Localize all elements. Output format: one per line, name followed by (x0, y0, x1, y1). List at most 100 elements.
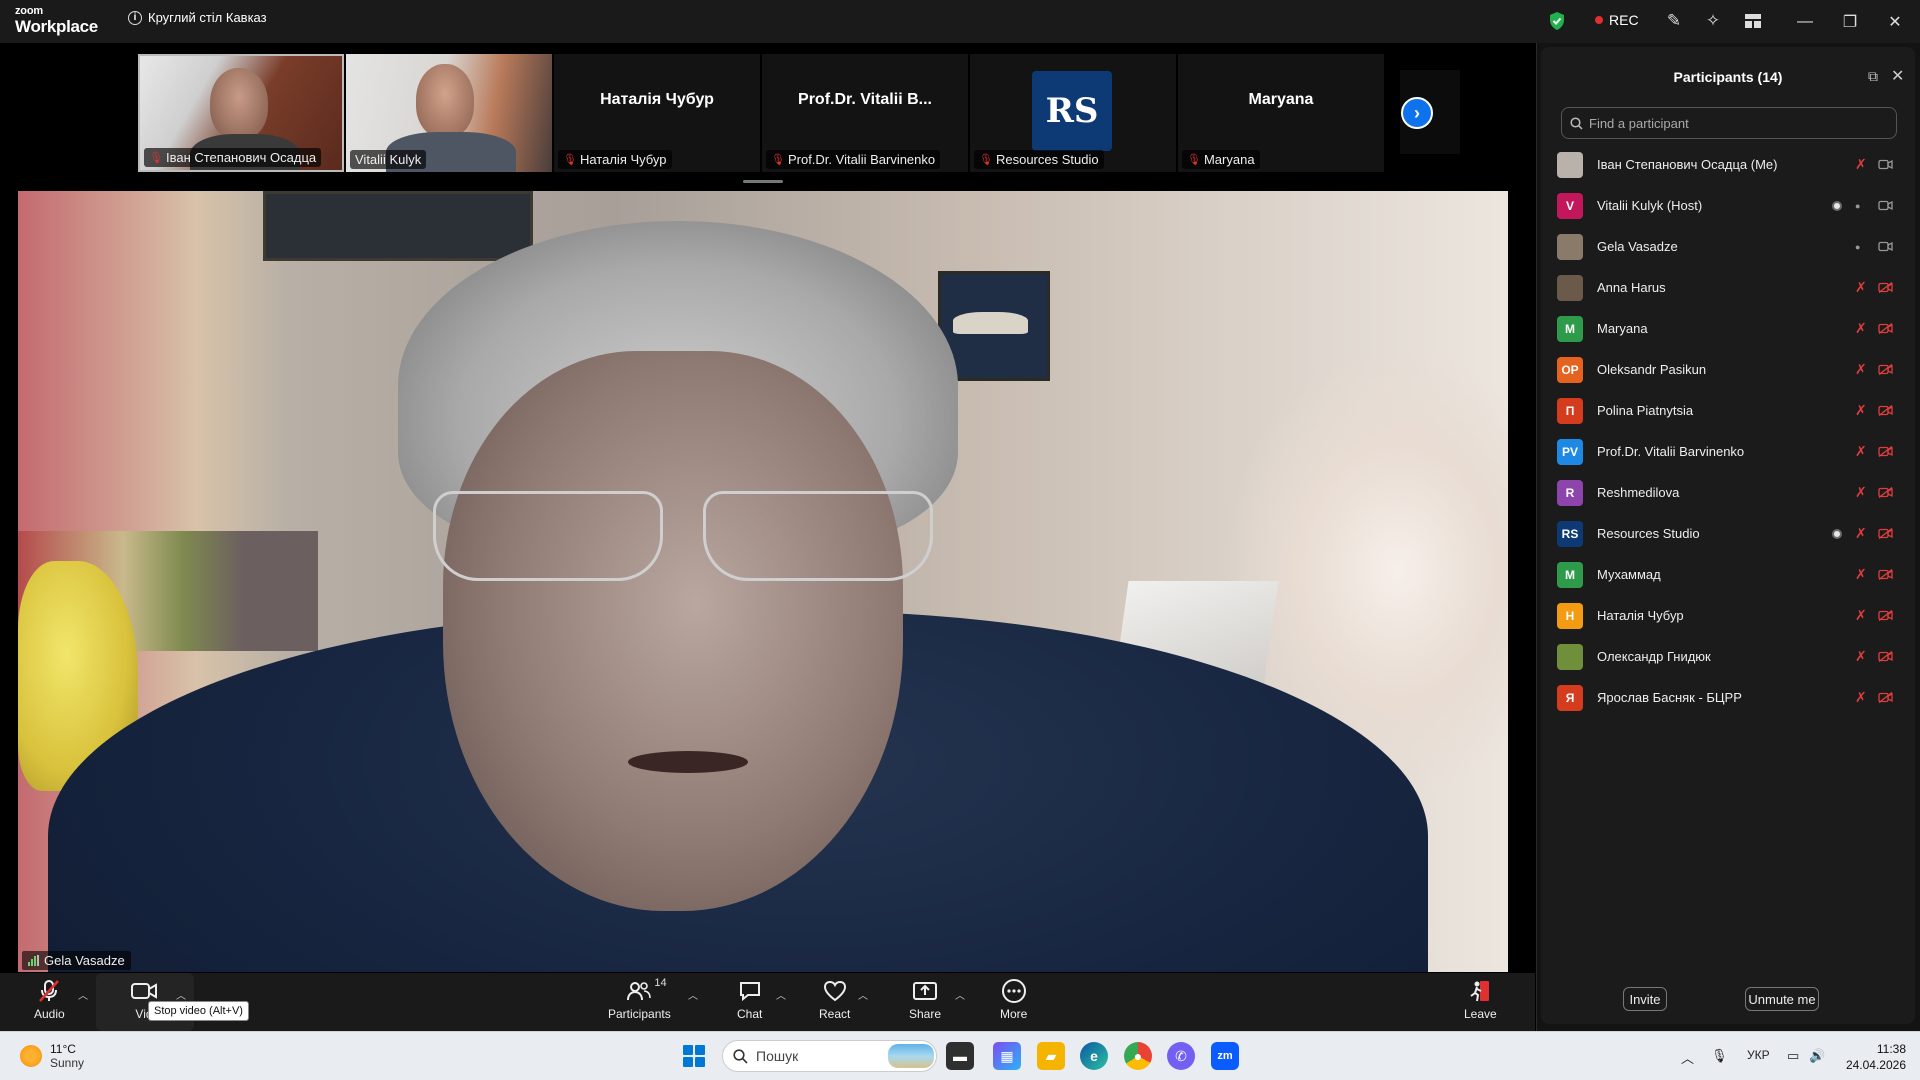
encryption-shield-icon[interactable] (1548, 11, 1566, 31)
camera-icon[interactable] (1878, 157, 1893, 173)
participant-row[interactable]: PV Prof.Dr. Vitalii Barvinenko ✗ (1541, 431, 1915, 472)
camera-off-icon[interactable] (1878, 649, 1893, 665)
volume-icon[interactable]: 🔊 (1809, 1048, 1825, 1064)
share-button[interactable]: Share (909, 977, 941, 1021)
microphone-tray-icon[interactable]: 🎙 (1711, 1048, 1728, 1064)
unmute-me-button[interactable]: Unmute me (1745, 987, 1819, 1011)
mic-muted-icon[interactable]: ✗ (1855, 607, 1867, 624)
camera-off-icon[interactable] (1878, 444, 1893, 460)
active-speaker-video[interactable]: Gela Vasadze (18, 191, 1508, 972)
video-options-caret-icon[interactable]: ︿ (176, 987, 186, 1002)
camera-off-icon[interactable] (1878, 608, 1893, 624)
zoom-app-icon[interactable]: zm (1211, 1042, 1239, 1070)
participant-row[interactable]: V Vitalii Kulyk (Host) ● (1541, 185, 1915, 226)
mic-icon[interactable]: ● (1855, 242, 1860, 252)
camera-off-icon[interactable] (1878, 280, 1893, 296)
mic-muted-icon[interactable]: ✗ (1855, 443, 1867, 460)
mic-icon[interactable]: ● (1855, 201, 1860, 211)
show-hidden-icons-icon[interactable]: ︿ (1681, 1048, 1694, 1067)
camera-off-icon[interactable] (1878, 485, 1893, 501)
restore-window-icon[interactable]: ❐ (1837, 9, 1863, 35)
gallery-tile[interactable]: Maryana 🎙 Maryana (1178, 54, 1384, 172)
participant-row[interactable]: Олександр Гнидюк ✗ (1541, 636, 1915, 677)
participant-row[interactable]: Н Наталія Чубур ✗ (1541, 595, 1915, 636)
system-clock[interactable]: 11:38 24.04.2026 (1840, 1041, 1906, 1073)
react-button[interactable]: React (819, 977, 850, 1021)
windows-start-icon[interactable] (683, 1045, 705, 1067)
mic-muted-icon[interactable]: ✗ (1855, 484, 1867, 501)
participant-row[interactable]: M Maryana ✗ (1541, 308, 1915, 349)
weather-widget[interactable]: 11°C Sunny (20, 1042, 84, 1070)
participant-row[interactable]: Я Ярослав Басняк - БЦРР ✗ (1541, 677, 1915, 718)
camera-off-icon[interactable] (1878, 321, 1893, 337)
leave-button[interactable]: Leave (1464, 977, 1497, 1021)
info-icon: i (128, 10, 142, 25)
participants-options-caret-icon[interactable]: ︿ (688, 987, 698, 1002)
mic-muted-icon[interactable]: ✗ (1855, 156, 1867, 173)
gallery-tile[interactable]: Prof.Dr. Vitalii B... 🎙 Prof.Dr. Vitalii … (762, 54, 968, 172)
mic-muted-icon[interactable]: ✗ (1855, 566, 1867, 583)
gallery-tile[interactable]: Vitalii Kulyk (346, 54, 552, 172)
meeting-info-button[interactable]: i Круглий стіл Кавказ (128, 10, 267, 25)
gallery-tile[interactable]: RS 🎙 Resources Studio (970, 54, 1176, 172)
tile-display-name: Prof.Dr. Vitalii B... (798, 91, 932, 108)
chat-options-caret-icon[interactable]: ︿ (776, 987, 786, 1002)
mic-muted-icon[interactable]: ✗ (1855, 361, 1867, 378)
audio-button[interactable]: Audio (34, 977, 65, 1021)
participant-row[interactable]: Іван Степанович Осадца (Me) ✗ (1541, 144, 1915, 185)
participants-button[interactable]: 14 Participants (608, 977, 671, 1021)
camera-off-icon[interactable] (1878, 362, 1893, 378)
gallery-tile[interactable]: 🎙 Іван Степанович Осадца (138, 54, 344, 172)
participant-row[interactable]: M Мухаммад ✗ (1541, 554, 1915, 595)
react-options-caret-icon[interactable]: ︿ (858, 987, 868, 1002)
participant-row[interactable]: П Polina Piatnytsia ✗ (1541, 390, 1915, 431)
view-layout-icon[interactable] (1742, 10, 1764, 32)
minimize-window-icon[interactable]: — (1792, 9, 1818, 35)
gallery-tile[interactable]: Наталія Чубур 🎙 Наталія Чубур (554, 54, 760, 172)
camera-icon[interactable] (1878, 198, 1893, 214)
participant-row[interactable]: R Reshmedilova ✗ (1541, 472, 1915, 513)
gallery-next-icon[interactable]: › (1401, 97, 1433, 129)
language-indicator[interactable]: УКР (1747, 1048, 1770, 1062)
participant-row[interactable]: RS Resources Studio ✗ (1541, 513, 1915, 554)
participant-row[interactable]: OP Oleksandr Pasikun ✗ (1541, 349, 1915, 390)
close-window-icon[interactable]: ✕ (1882, 9, 1908, 35)
share-options-caret-icon[interactable]: ︿ (955, 987, 965, 1002)
participant-name: Ярослав Басняк - БЦРР (1597, 690, 1742, 705)
mic-muted-icon[interactable]: ✗ (1855, 689, 1867, 706)
teams-icon[interactable]: ▦ (993, 1042, 1021, 1070)
chrome-icon[interactable]: ● (1124, 1042, 1152, 1070)
audio-options-caret-icon[interactable]: ︿ (78, 987, 88, 1002)
mic-muted-icon[interactable]: ✗ (1855, 648, 1867, 665)
viber-icon[interactable]: ✆ (1167, 1042, 1195, 1070)
camera-off-icon[interactable] (1878, 403, 1893, 419)
mic-muted-icon[interactable]: ✗ (1855, 279, 1867, 296)
camera-off-icon[interactable] (1878, 526, 1893, 542)
mic-muted-icon[interactable]: ✗ (1855, 320, 1867, 337)
camera-off-icon[interactable] (1878, 567, 1893, 583)
file-explorer-icon[interactable]: ▰ (1037, 1042, 1065, 1070)
camera-icon[interactable] (1878, 239, 1893, 255)
participant-row[interactable]: Anna Harus ✗ (1541, 267, 1915, 308)
annotate-pencil-icon[interactable]: ✎ (1663, 10, 1685, 32)
task-view-icon[interactable]: ▬ (946, 1042, 974, 1070)
edge-icon[interactable]: e (1080, 1042, 1108, 1070)
camera-off-icon[interactable] (1878, 690, 1893, 706)
search-input[interactable] (1589, 115, 1889, 131)
search-icon (1570, 116, 1583, 130)
mic-muted-icon: 🎙 (1187, 154, 1201, 166)
tile-name-label: 🎙 Наталія Чубур (558, 150, 672, 169)
participant-row[interactable]: Gela Vasadze ● (1541, 226, 1915, 267)
ai-companion-icon[interactable]: ✧ (1702, 10, 1724, 32)
mic-muted-icon[interactable]: ✗ (1855, 525, 1867, 542)
recording-indicator[interactable]: REC (1595, 12, 1639, 28)
network-icon[interactable]: ▭ (1787, 1048, 1799, 1064)
chat-button[interactable]: Chat (737, 977, 762, 1021)
mic-muted-icon[interactable]: ✗ (1855, 402, 1867, 419)
close-panel-icon[interactable]: ✕ (1891, 66, 1904, 86)
participant-search[interactable] (1561, 107, 1897, 139)
taskbar-search[interactable]: Пошук (722, 1040, 937, 1072)
pop-out-icon[interactable]: ⧉ (1868, 68, 1878, 85)
more-button[interactable]: More (1000, 977, 1027, 1021)
invite-button[interactable]: Invite (1623, 987, 1667, 1011)
